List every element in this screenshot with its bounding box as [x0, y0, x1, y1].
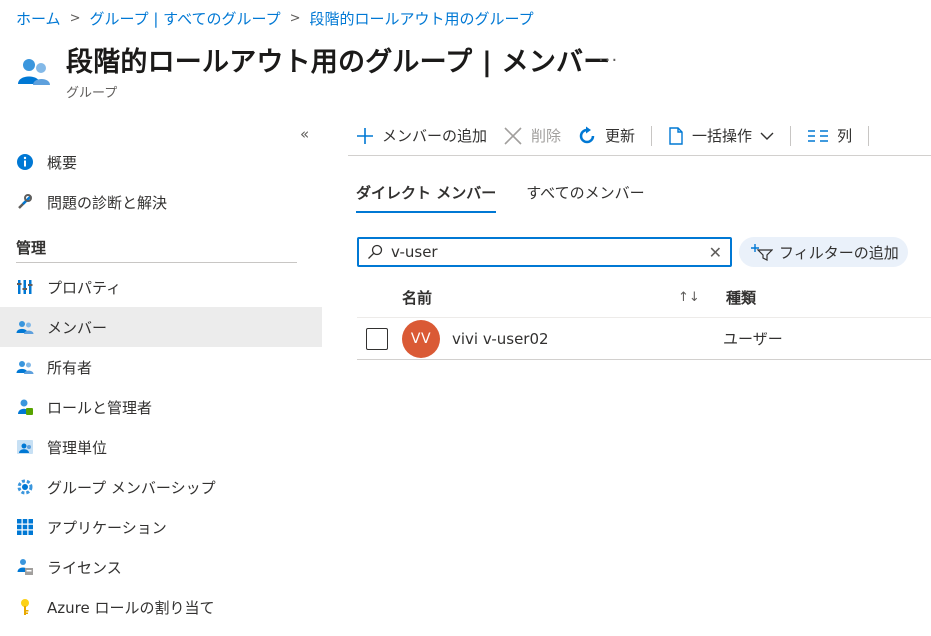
page-title: 段階的ロールアウト用のグループ | メンバー [66, 47, 611, 78]
chevron-right-icon: > [69, 11, 81, 26]
page-header: 段階的ロールアウト用のグループ | メンバー グループ [16, 40, 611, 101]
column-header-type[interactable]: 種類 [726, 287, 756, 308]
sidebar-item-group-membership[interactable]: グループ メンバーシップ [0, 467, 322, 507]
add-filter-button[interactable]: フィルターの追加 [739, 237, 908, 267]
refresh-label: 更新 [605, 127, 636, 145]
sidebar-item-label: 所有者 [47, 358, 93, 377]
sidebar-item-admin-units[interactable]: 管理単位 [0, 427, 322, 467]
document-icon [668, 126, 684, 145]
toolbar-divider [651, 125, 653, 146]
sidebar-item-licenses[interactable]: ライセンス [0, 547, 322, 587]
group-icon [16, 54, 52, 90]
chevron-right-icon: > [289, 11, 301, 26]
delete-label: 削除 [531, 127, 562, 145]
table-row[interactable]: VV vivi v-user02 ユーザー [357, 318, 931, 360]
breadcrumb-group[interactable]: 段階的ロールアウト用のグループ [310, 8, 534, 29]
close-icon [503, 126, 523, 146]
sidebar-divider [16, 262, 297, 263]
bulk-operations-button[interactable]: 一括操作 [660, 125, 782, 146]
filter-add-icon [751, 243, 773, 261]
sidebar-item-label: ライセンス [47, 558, 122, 577]
tab-direct-members[interactable]: ダイレクト メンバー [356, 182, 497, 213]
add-member-label: メンバーの追加 [382, 127, 488, 145]
sidebar-item-label: 問題の診断と解決 [47, 193, 168, 212]
users-icon [16, 318, 34, 336]
refresh-button[interactable]: 更新 [569, 125, 643, 146]
refresh-icon [577, 126, 597, 146]
add-filter-label: フィルターの追加 [779, 243, 899, 262]
sidebar-item-label: アプリケーション [47, 518, 167, 537]
add-member-button[interactable]: メンバーの追加 [348, 125, 495, 146]
apps-icon [16, 518, 34, 536]
group-membership-icon [16, 478, 34, 496]
sidebar-item-applications[interactable]: アプリケーション [0, 507, 322, 547]
toolbar-divider [868, 125, 870, 146]
sidebar: 概要 問題の診断と解決 管理 プロパティ メンバー 所有者 ロールと管理者 管理… [0, 142, 322, 627]
sidebar-section-manage: 管理 [16, 238, 47, 257]
more-options-button[interactable]: ··· [598, 50, 618, 71]
delete-button[interactable]: 削除 [495, 125, 569, 146]
sidebar-item-label: プロパティ [47, 278, 122, 297]
sidebar-item-owners[interactable]: 所有者 [0, 347, 322, 387]
column-header-name[interactable]: 名前 [402, 287, 678, 308]
sidebar-item-properties[interactable]: プロパティ [0, 267, 322, 307]
search-box: ✕ [357, 237, 732, 267]
row-checkbox[interactable] [366, 327, 388, 350]
sidebar-item-members[interactable]: メンバー [0, 307, 322, 347]
sidebar-item-label: グループ メンバーシップ [47, 478, 216, 497]
members-table: 名前 ↑↓ 種類 VV vivi v-user02 ユーザー [357, 278, 931, 360]
breadcrumb: ホーム > グループ | すべてのグループ > 段階的ロールアウト用のグループ [16, 8, 534, 29]
bulk-operations-label: 一括操作 [692, 127, 753, 145]
info-icon [16, 153, 34, 171]
sidebar-item-label: メンバー [47, 318, 108, 337]
clear-search-icon[interactable]: ✕ [709, 243, 722, 262]
chevron-down-icon [760, 131, 774, 141]
sidebar-item-diagnose[interactable]: 問題の診断と解決 [0, 182, 322, 222]
sidebar-item-label: Azure ロールの割り当て [47, 598, 215, 617]
sidebar-item-overview[interactable]: 概要 [0, 142, 322, 182]
breadcrumb-groups[interactable]: グループ | すべてのグループ [89, 8, 280, 29]
table-header: 名前 ↑↓ 種類 [357, 278, 931, 318]
page-subtitle: グループ [66, 86, 118, 101]
key-icon [16, 598, 34, 616]
sidebar-item-label: 概要 [47, 153, 78, 172]
sort-icon[interactable]: ↑↓ [678, 290, 718, 305]
columns-label: 列 [837, 127, 853, 145]
plus-icon [356, 127, 374, 145]
properties-icon [16, 278, 34, 296]
roles-icon [16, 398, 34, 416]
breadcrumb-home[interactable]: ホーム [16, 8, 61, 29]
command-bar: メンバーの追加 削除 更新 一括操作 列 [348, 116, 931, 156]
license-icon [16, 558, 34, 576]
member-tabs: ダイレクト メンバー すべてのメンバー [356, 182, 675, 213]
search-input[interactable] [391, 243, 709, 261]
admin-units-icon [16, 438, 34, 456]
member-name[interactable]: vivi v-user02 [452, 330, 723, 348]
owners-icon [16, 358, 34, 376]
toolbar-divider [790, 125, 792, 146]
columns-button[interactable]: 列 [799, 125, 860, 146]
wrench-icon [16, 193, 34, 211]
columns-icon [807, 129, 829, 143]
sidebar-item-label: ロールと管理者 [47, 398, 153, 417]
search-icon [367, 244, 383, 260]
avatar: VV [402, 319, 440, 358]
sidebar-item-azure-roles[interactable]: Azure ロールの割り当て [0, 587, 322, 627]
tab-all-members[interactable]: すべてのメンバー [526, 182, 644, 213]
member-type: ユーザー [723, 330, 783, 348]
sidebar-item-label: 管理単位 [47, 438, 108, 457]
sidebar-item-roles[interactable]: ロールと管理者 [0, 387, 322, 427]
collapse-sidebar-button[interactable]: « [300, 125, 309, 143]
